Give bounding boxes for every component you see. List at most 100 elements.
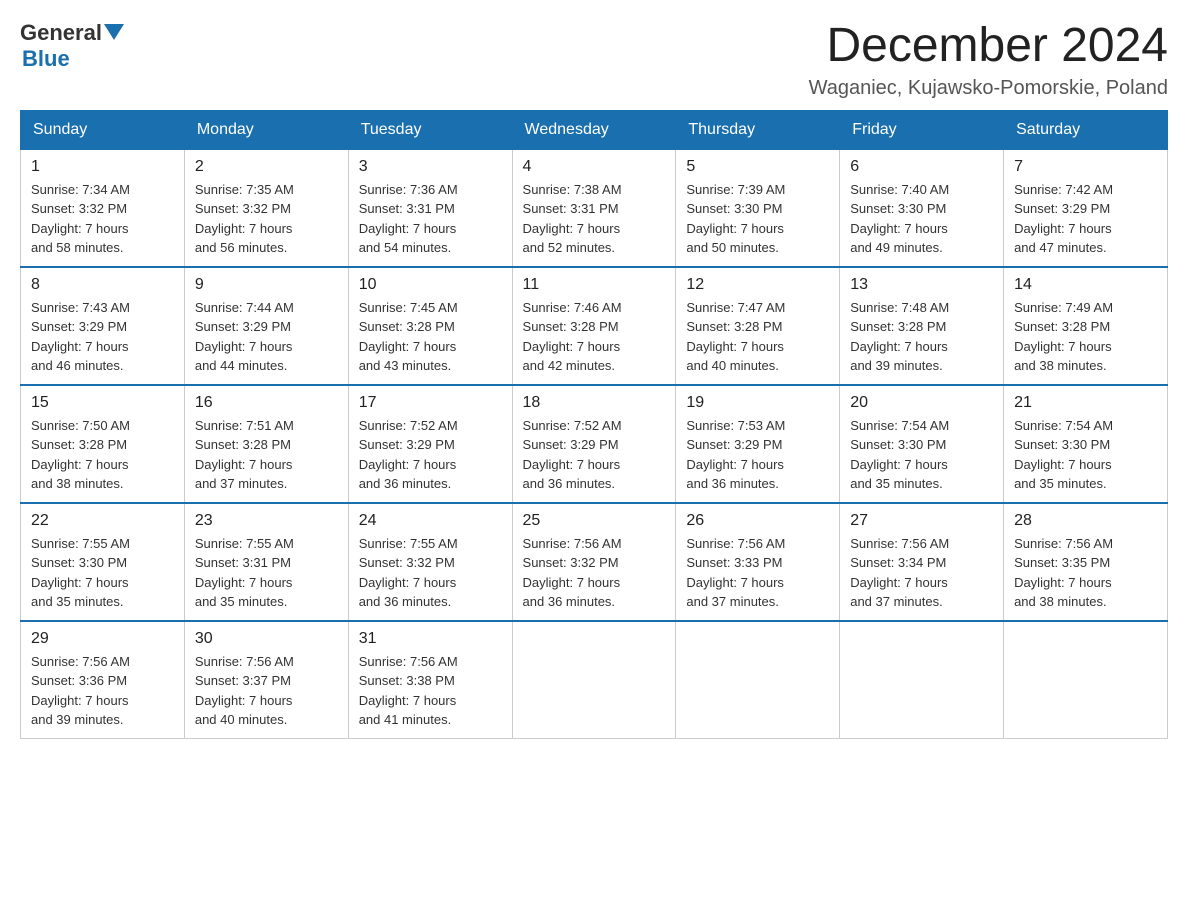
- day-number: 31: [359, 630, 502, 648]
- day-sunrise: Sunrise: 7:46 AMSunset: 3:28 PMDaylight:…: [523, 300, 622, 374]
- page-header: General Blue December 2024 Waganiec, Kuj…: [20, 20, 1168, 100]
- day-number: 19: [686, 394, 829, 412]
- day-sunrise: Sunrise: 7:55 AMSunset: 3:31 PMDaylight:…: [195, 536, 294, 610]
- day-sunrise: Sunrise: 7:56 AMSunset: 3:33 PMDaylight:…: [686, 536, 785, 610]
- calendar-cell: 16 Sunrise: 7:51 AMSunset: 3:28 PMDaylig…: [184, 385, 348, 503]
- calendar-cell: 18 Sunrise: 7:52 AMSunset: 3:29 PMDaylig…: [512, 385, 676, 503]
- day-number: 26: [686, 512, 829, 530]
- day-sunrise: Sunrise: 7:51 AMSunset: 3:28 PMDaylight:…: [195, 418, 294, 492]
- calendar-cell: 21 Sunrise: 7:54 AMSunset: 3:30 PMDaylig…: [1004, 385, 1168, 503]
- day-sunrise: Sunrise: 7:35 AMSunset: 3:32 PMDaylight:…: [195, 182, 294, 256]
- day-sunrise: Sunrise: 7:38 AMSunset: 3:31 PMDaylight:…: [523, 182, 622, 256]
- day-number: 6: [850, 158, 993, 176]
- day-number: 13: [850, 276, 993, 294]
- calendar-cell: 8 Sunrise: 7:43 AMSunset: 3:29 PMDayligh…: [21, 267, 185, 385]
- day-number: 3: [359, 158, 502, 176]
- day-number: 18: [523, 394, 666, 412]
- week-row-1: 1 Sunrise: 7:34 AMSunset: 3:32 PMDayligh…: [21, 149, 1168, 267]
- day-number: 10: [359, 276, 502, 294]
- day-sunrise: Sunrise: 7:52 AMSunset: 3:29 PMDaylight:…: [359, 418, 458, 492]
- day-sunrise: Sunrise: 7:54 AMSunset: 3:30 PMDaylight:…: [850, 418, 949, 492]
- calendar-cell: 24 Sunrise: 7:55 AMSunset: 3:32 PMDaylig…: [348, 503, 512, 621]
- day-sunrise: Sunrise: 7:56 AMSunset: 3:37 PMDaylight:…: [195, 654, 294, 728]
- day-sunrise: Sunrise: 7:55 AMSunset: 3:32 PMDaylight:…: [359, 536, 458, 610]
- calendar-cell: 20 Sunrise: 7:54 AMSunset: 3:30 PMDaylig…: [840, 385, 1004, 503]
- day-sunrise: Sunrise: 7:56 AMSunset: 3:34 PMDaylight:…: [850, 536, 949, 610]
- calendar-cell: 22 Sunrise: 7:55 AMSunset: 3:30 PMDaylig…: [21, 503, 185, 621]
- calendar-cell: 29 Sunrise: 7:56 AMSunset: 3:36 PMDaylig…: [21, 621, 185, 739]
- day-sunrise: Sunrise: 7:42 AMSunset: 3:29 PMDaylight:…: [1014, 182, 1113, 256]
- day-sunrise: Sunrise: 7:56 AMSunset: 3:32 PMDaylight:…: [523, 536, 622, 610]
- day-sunrise: Sunrise: 7:43 AMSunset: 3:29 PMDaylight:…: [31, 300, 130, 374]
- week-row-5: 29 Sunrise: 7:56 AMSunset: 3:36 PMDaylig…: [21, 621, 1168, 739]
- day-sunrise: Sunrise: 7:49 AMSunset: 3:28 PMDaylight:…: [1014, 300, 1113, 374]
- day-number: 24: [359, 512, 502, 530]
- weekday-header-monday: Monday: [184, 110, 348, 149]
- calendar-cell: 13 Sunrise: 7:48 AMSunset: 3:28 PMDaylig…: [840, 267, 1004, 385]
- day-sunrise: Sunrise: 7:48 AMSunset: 3:28 PMDaylight:…: [850, 300, 949, 374]
- day-number: 17: [359, 394, 502, 412]
- calendar-cell: 7 Sunrise: 7:42 AMSunset: 3:29 PMDayligh…: [1004, 149, 1168, 267]
- day-number: 9: [195, 276, 338, 294]
- week-row-4: 22 Sunrise: 7:55 AMSunset: 3:30 PMDaylig…: [21, 503, 1168, 621]
- calendar-cell: [840, 621, 1004, 739]
- calendar-cell: 17 Sunrise: 7:52 AMSunset: 3:29 PMDaylig…: [348, 385, 512, 503]
- day-sunrise: Sunrise: 7:56 AMSunset: 3:38 PMDaylight:…: [359, 654, 458, 728]
- calendar-cell: [1004, 621, 1168, 739]
- calendar-cell: 14 Sunrise: 7:49 AMSunset: 3:28 PMDaylig…: [1004, 267, 1168, 385]
- day-number: 20: [850, 394, 993, 412]
- calendar-cell: 27 Sunrise: 7:56 AMSunset: 3:34 PMDaylig…: [840, 503, 1004, 621]
- calendar-cell: 19 Sunrise: 7:53 AMSunset: 3:29 PMDaylig…: [676, 385, 840, 503]
- weekday-header-row: SundayMondayTuesdayWednesdayThursdayFrid…: [21, 110, 1168, 149]
- day-sunrise: Sunrise: 7:45 AMSunset: 3:28 PMDaylight:…: [359, 300, 458, 374]
- calendar-cell: 25 Sunrise: 7:56 AMSunset: 3:32 PMDaylig…: [512, 503, 676, 621]
- month-title: December 2024: [809, 20, 1168, 73]
- day-number: 11: [523, 276, 666, 294]
- calendar-cell: 28 Sunrise: 7:56 AMSunset: 3:35 PMDaylig…: [1004, 503, 1168, 621]
- day-sunrise: Sunrise: 7:36 AMSunset: 3:31 PMDaylight:…: [359, 182, 458, 256]
- day-number: 27: [850, 512, 993, 530]
- calendar-cell: 3 Sunrise: 7:36 AMSunset: 3:31 PMDayligh…: [348, 149, 512, 267]
- day-number: 8: [31, 276, 174, 294]
- day-sunrise: Sunrise: 7:40 AMSunset: 3:30 PMDaylight:…: [850, 182, 949, 256]
- week-row-2: 8 Sunrise: 7:43 AMSunset: 3:29 PMDayligh…: [21, 267, 1168, 385]
- calendar-cell: 12 Sunrise: 7:47 AMSunset: 3:28 PMDaylig…: [676, 267, 840, 385]
- calendar-cell: 30 Sunrise: 7:56 AMSunset: 3:37 PMDaylig…: [184, 621, 348, 739]
- day-sunrise: Sunrise: 7:50 AMSunset: 3:28 PMDaylight:…: [31, 418, 130, 492]
- day-number: 29: [31, 630, 174, 648]
- day-number: 1: [31, 158, 174, 176]
- day-number: 4: [523, 158, 666, 176]
- day-number: 23: [195, 512, 338, 530]
- day-number: 15: [31, 394, 174, 412]
- day-sunrise: Sunrise: 7:56 AMSunset: 3:35 PMDaylight:…: [1014, 536, 1113, 610]
- day-sunrise: Sunrise: 7:54 AMSunset: 3:30 PMDaylight:…: [1014, 418, 1113, 492]
- weekday-header-thursday: Thursday: [676, 110, 840, 149]
- logo: General Blue: [20, 20, 124, 72]
- day-number: 5: [686, 158, 829, 176]
- calendar-cell: 23 Sunrise: 7:55 AMSunset: 3:31 PMDaylig…: [184, 503, 348, 621]
- calendar-cell: 10 Sunrise: 7:45 AMSunset: 3:28 PMDaylig…: [348, 267, 512, 385]
- calendar-table: SundayMondayTuesdayWednesdayThursdayFrid…: [20, 110, 1168, 739]
- logo-general-text: General: [20, 20, 102, 46]
- day-number: 7: [1014, 158, 1157, 176]
- day-sunrise: Sunrise: 7:47 AMSunset: 3:28 PMDaylight:…: [686, 300, 785, 374]
- calendar-cell: 4 Sunrise: 7:38 AMSunset: 3:31 PMDayligh…: [512, 149, 676, 267]
- calendar-cell: [676, 621, 840, 739]
- calendar-cell: 11 Sunrise: 7:46 AMSunset: 3:28 PMDaylig…: [512, 267, 676, 385]
- weekday-header-saturday: Saturday: [1004, 110, 1168, 149]
- day-number: 30: [195, 630, 338, 648]
- calendar-cell: 15 Sunrise: 7:50 AMSunset: 3:28 PMDaylig…: [21, 385, 185, 503]
- weekday-header-sunday: Sunday: [21, 110, 185, 149]
- weekday-header-wednesday: Wednesday: [512, 110, 676, 149]
- day-number: 28: [1014, 512, 1157, 530]
- day-number: 16: [195, 394, 338, 412]
- logo-blue-text: Blue: [22, 46, 70, 72]
- calendar-cell: 9 Sunrise: 7:44 AMSunset: 3:29 PMDayligh…: [184, 267, 348, 385]
- day-number: 14: [1014, 276, 1157, 294]
- location-title: Waganiec, Kujawsko-Pomorskie, Poland: [809, 77, 1168, 100]
- day-sunrise: Sunrise: 7:55 AMSunset: 3:30 PMDaylight:…: [31, 536, 130, 610]
- day-number: 22: [31, 512, 174, 530]
- weekday-header-tuesday: Tuesday: [348, 110, 512, 149]
- title-block: December 2024 Waganiec, Kujawsko-Pomorsk…: [809, 20, 1168, 100]
- calendar-cell: 6 Sunrise: 7:40 AMSunset: 3:30 PMDayligh…: [840, 149, 1004, 267]
